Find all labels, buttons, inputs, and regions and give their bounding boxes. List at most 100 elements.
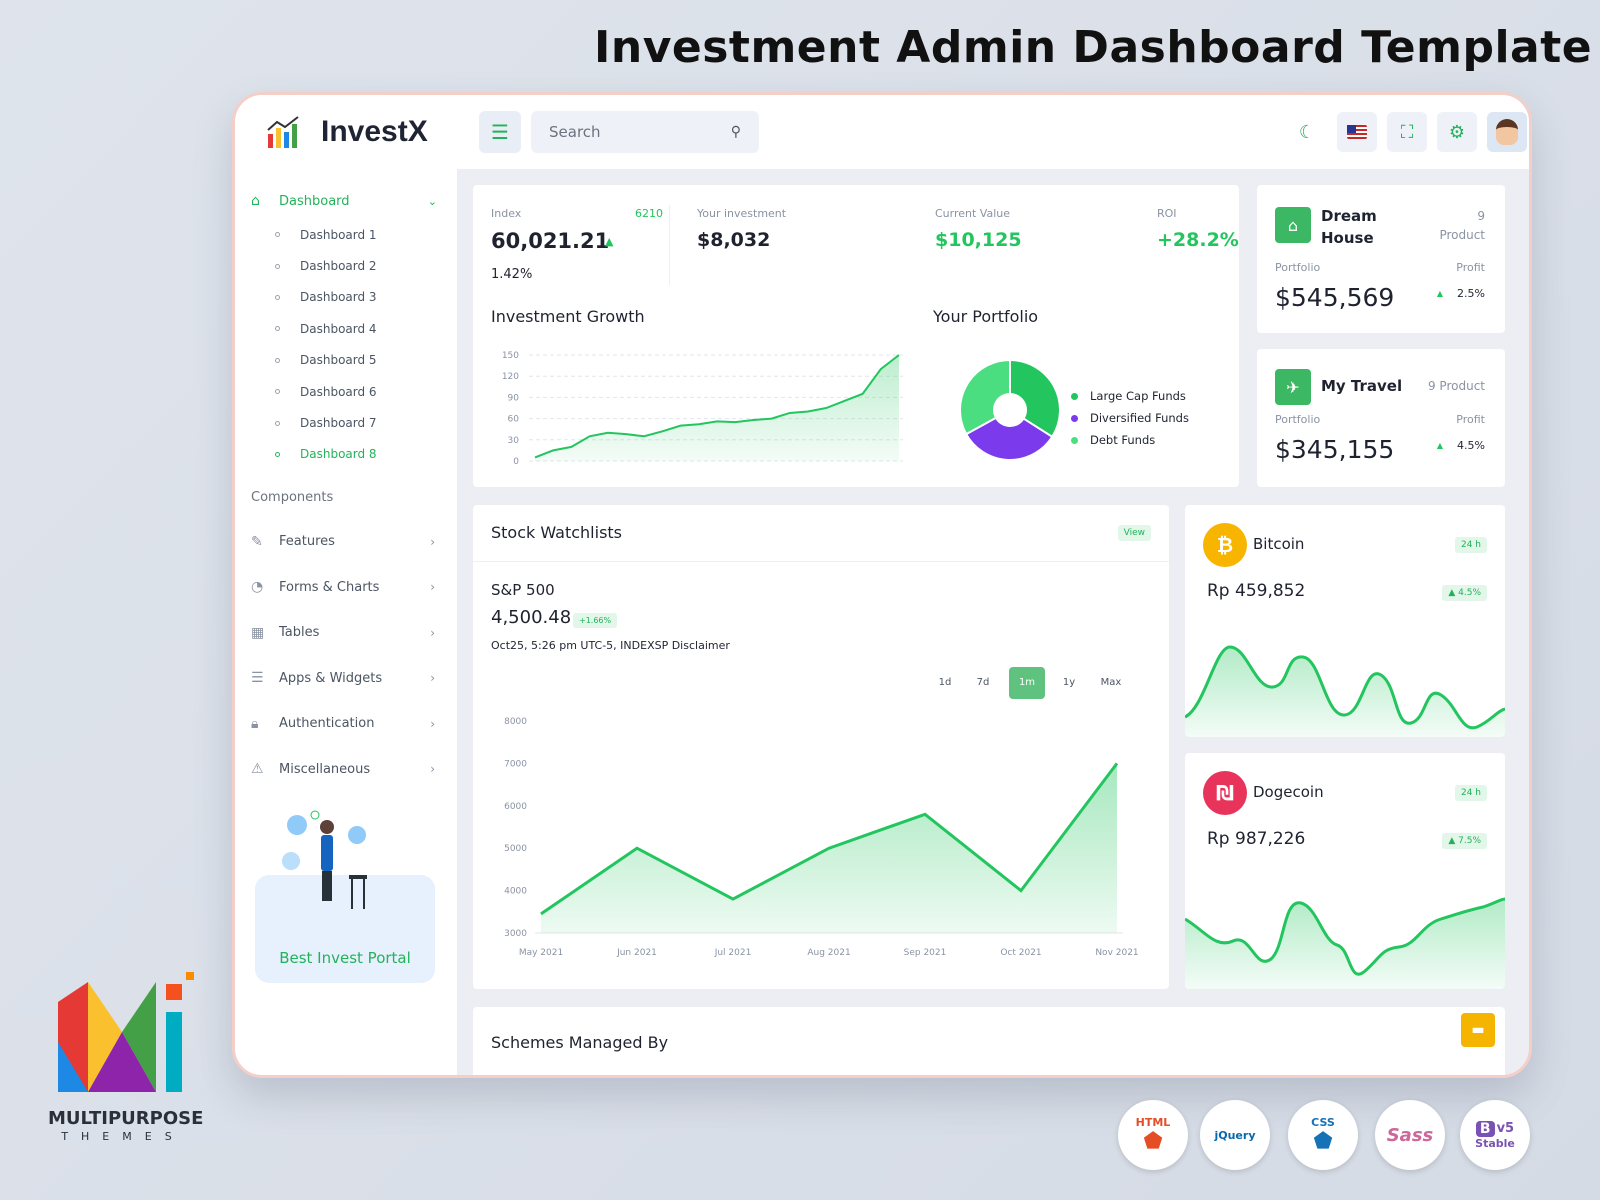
up-arrow-icon: ▲ <box>605 235 614 248</box>
user-avatar[interactable] <box>1487 112 1527 152</box>
legend-dot <box>1071 414 1078 422</box>
sidebar-item-label: Dashboard <box>279 193 350 209</box>
y-tick-label: 6000 <box>504 802 527 812</box>
theme-toggle-button[interactable]: ☾ <box>1287 112 1327 152</box>
tech-label: jQuery <box>1214 1128 1256 1142</box>
sidebar-item-tables[interactable]: ▦ Tables › <box>235 610 457 656</box>
sidebar-item-miscellaneous[interactable]: ⚠ Miscellaneous › <box>235 747 457 793</box>
language-button[interactable] <box>1337 112 1377 152</box>
chevron-right-icon: › <box>430 534 435 549</box>
chevron-right-icon: › <box>430 671 435 686</box>
sidebar-item-authentication[interactable]: 🔒︎ Authentication › <box>235 701 457 747</box>
range-button-1y[interactable]: 1y <box>1051 667 1087 699</box>
dogecoin-icon: ₪ <box>1203 771 1247 815</box>
submenu-item[interactable]: Dashboard 3 <box>235 282 457 313</box>
travel-value: $345,155 <box>1275 435 1395 464</box>
sidebar-item-label: Tables <box>279 625 320 641</box>
submenu-item-active[interactable]: Dashboard 8 <box>235 439 457 470</box>
submenu-label: Dashboard 3 <box>300 290 377 305</box>
bitcoin-price: Rp 459,852 <box>1207 581 1306 601</box>
dogecoin-price: Rp 987,226 <box>1207 829 1306 849</box>
bullet-icon <box>275 263 280 269</box>
plane-icon: ✈ <box>1275 369 1311 405</box>
dashboard-submenu: Dashboard 1 Dashboard 2 Dashboard 3 Dash… <box>235 219 457 470</box>
avatar-face-icon <box>1496 119 1518 145</box>
chevron-down-icon: ⌄ <box>427 194 437 208</box>
bitcoin-icon: ₿ <box>1203 523 1247 567</box>
submenu-label: Dashboard 8 <box>300 447 377 462</box>
menu-toggle-button[interactable]: ☰ <box>479 111 521 153</box>
search-input[interactable]: Search ⚲ <box>531 111 759 153</box>
y-tick-label: 150 <box>502 351 519 361</box>
range-button-1d[interactable]: 1d <box>927 667 963 699</box>
submenu-item[interactable]: Dashboard 2 <box>235 250 457 281</box>
sidebar: ⌂ Dashboard ⌄ Dashboard 1 Dashboard 2 Da… <box>235 169 457 1075</box>
html5-icon: ⬟ <box>1143 1129 1163 1154</box>
submenu-item[interactable]: Dashboard 6 <box>235 376 457 407</box>
sidebar-item-apps-widgets[interactable]: ☰ Apps & Widgets › <box>235 656 457 702</box>
sass-badge: Sass <box>1375 1100 1445 1170</box>
card-divider <box>473 561 1169 562</box>
sidebar-item-label: Features <box>279 534 335 550</box>
dogecoin-period[interactable]: 24 h <box>1454 785 1487 801</box>
x-tick-label: Sep 2021 <box>904 948 947 958</box>
tech-label: CSS <box>1311 1116 1335 1129</box>
x-tick-label: Aug 2021 <box>807 948 850 958</box>
brand: InvestX <box>235 114 465 150</box>
settings-button[interactable]: ⚙ <box>1437 112 1477 152</box>
components-heading: Components <box>251 490 334 506</box>
y-tick-label: 60 <box>508 415 520 425</box>
investment-growth-chart: 0 30 60 90 120 150 <box>502 351 903 467</box>
sliders-icon: ⚙ <box>1448 121 1466 143</box>
sidebar-item-features[interactable]: ✎ Features › <box>235 519 457 565</box>
sidebar-item-forms-charts[interactable]: ◔ Forms & Charts › <box>235 565 457 611</box>
chevron-right-icon: › <box>430 716 435 731</box>
sidebar-item-dashboard[interactable]: ⌂ Dashboard ⌄ <box>235 183 457 219</box>
topbar-actions: ☾ ⛶ ⚙ <box>1287 112 1529 152</box>
up-arrow-icon: ▲ <box>1448 836 1459 846</box>
submenu-label: Dashboard 4 <box>300 321 377 336</box>
fullscreen-icon: ⛶ <box>1400 121 1414 143</box>
sp500-chart: 3000 4000 5000 6000 7000 8000 May 2021 Jun 2021… <box>504 717 1139 958</box>
dogecoin-name: Dogecoin <box>1253 783 1324 801</box>
chevron-right-icon: › <box>430 762 435 777</box>
bitcoin-change: ▲ 4.5% <box>1442 585 1487 601</box>
submenu-item[interactable]: Dashboard 7 <box>235 407 457 438</box>
dream-count: 9 <box>1477 209 1485 223</box>
travel-profit-label: Profit <box>1456 413 1485 426</box>
y-tick-label: 90 <box>508 393 520 403</box>
database-icon: ☰ <box>251 670 264 687</box>
dream-title-2: House <box>1321 229 1374 247</box>
sidebar-item-label: Authentication <box>279 716 375 732</box>
dream-house-card: ⌂ Dream House 9 Product Portfolio Profit… <box>1257 185 1505 333</box>
submenu-item[interactable]: Dashboard 5 <box>235 345 457 376</box>
travel-portfolio-label: Portfolio <box>1275 413 1321 426</box>
y-tick-label: 5000 <box>504 844 527 854</box>
legend-item: Debt Funds <box>1071 433 1155 447</box>
promo-illustration <box>282 810 367 909</box>
tech-label: Sass <box>1386 1124 1434 1146</box>
index-count: 6210 <box>635 207 663 220</box>
brand-name: InvestX <box>321 115 428 148</box>
bootstrap-b-icon: B <box>1475 1120 1495 1137</box>
x-tick-label: Jul 2021 <box>714 948 752 958</box>
floating-action-button[interactable]: ▬ <box>1461 1013 1495 1047</box>
submenu-label: Dashboard 2 <box>300 259 377 274</box>
submenu-item[interactable]: Dashboard 4 <box>235 313 457 344</box>
bullet-icon <box>275 451 280 457</box>
submenu-label: Dashboard 5 <box>300 353 377 368</box>
y-tick-label: 4000 <box>504 887 527 897</box>
fullscreen-button[interactable]: ⛶ <box>1387 112 1427 152</box>
view-button[interactable]: View <box>1117 525 1151 541</box>
bitcoin-period[interactable]: 24 h <box>1454 537 1487 553</box>
bootstrap-icon: Bv5 <box>1475 1120 1514 1137</box>
range-button-max[interactable]: Max <box>1093 667 1129 699</box>
investment-label: Your investment <box>697 207 787 220</box>
stat-divider <box>669 205 670 285</box>
bitcoin-card: ₿ Bitcoin 24 h Rp 459,852 ▲ 4.5% <box>1185 505 1505 737</box>
bullet-icon <box>275 389 280 395</box>
submenu-item[interactable]: Dashboard 1 <box>235 219 457 250</box>
range-button-1m[interactable]: 1m <box>1009 667 1045 699</box>
range-button-7d[interactable]: 7d <box>965 667 1001 699</box>
legend-dot <box>1071 392 1078 400</box>
